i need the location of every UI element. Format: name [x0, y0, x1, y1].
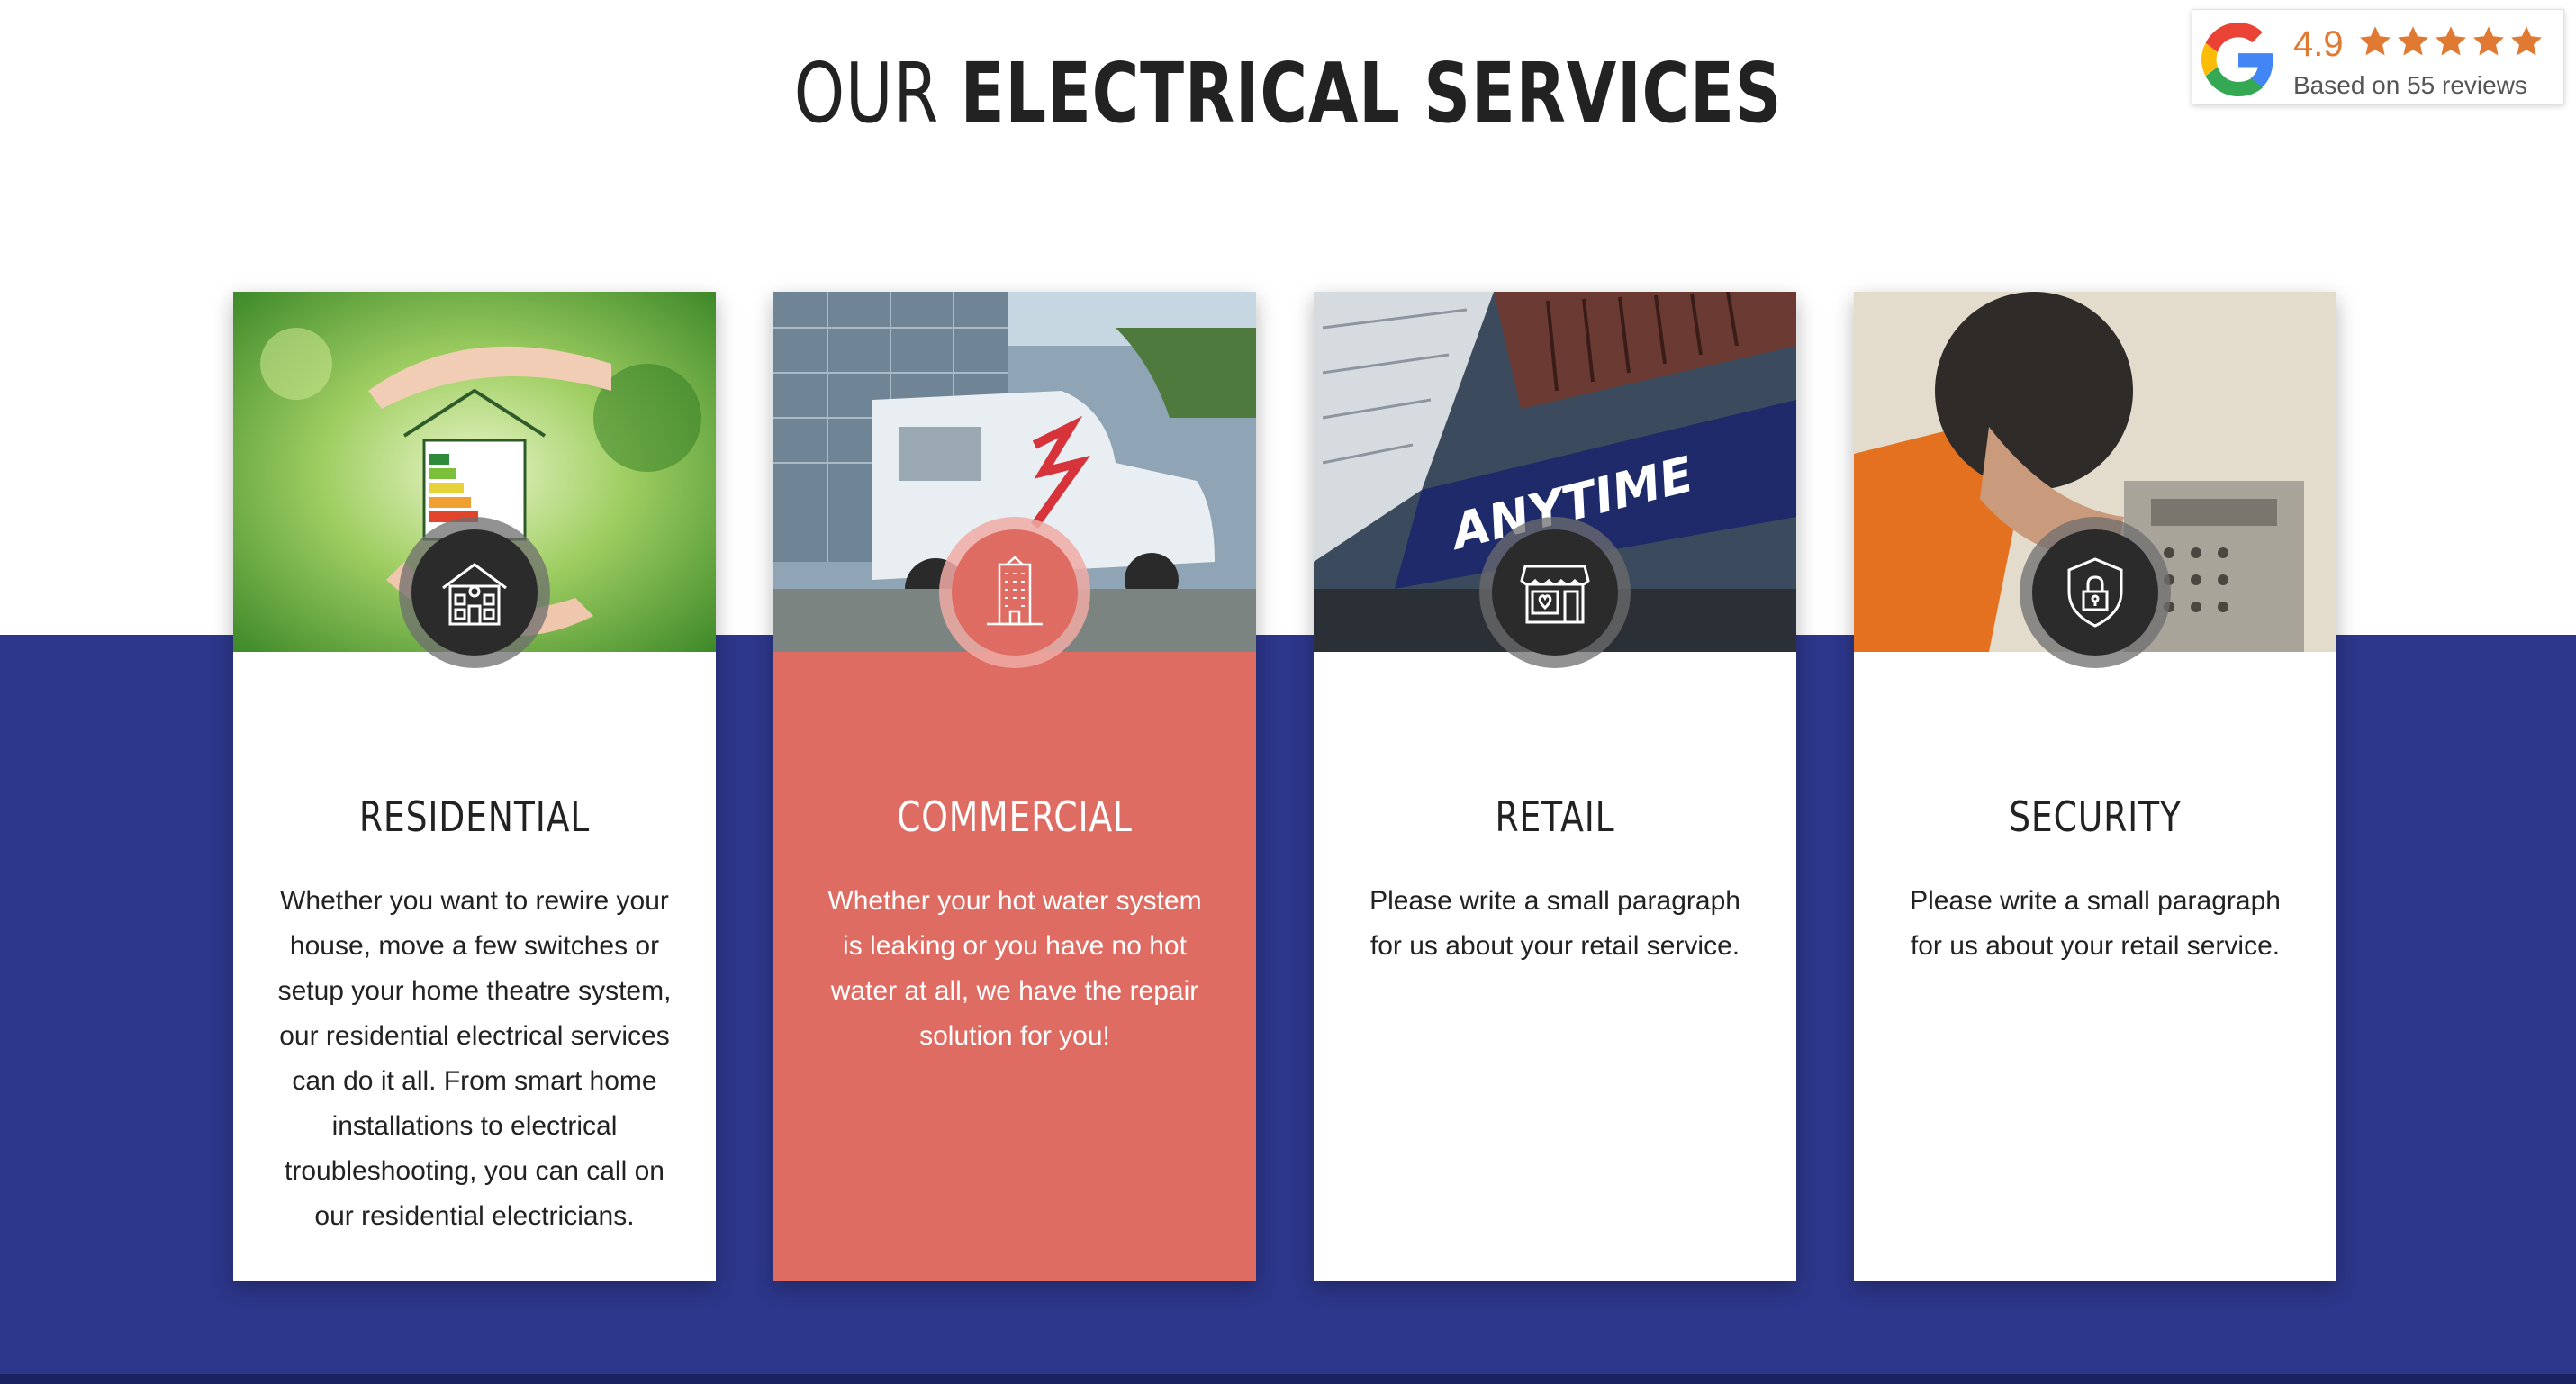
service-card-residential[interactable]: RESIDENTIAL Whether you want to rewire y…: [233, 292, 716, 1281]
security-description: Please write a small paragraph for us ab…: [1910, 886, 2281, 961]
building-icon: [952, 529, 1078, 656]
retail-description: Please write a small paragraph for us ab…: [1369, 886, 1740, 961]
retail-title: RETAIL: [1495, 792, 1615, 841]
shop-icon: [1492, 529, 1618, 656]
residential-icon-ring: [399, 517, 550, 668]
residential-title: RESIDENTIAL: [358, 792, 591, 841]
star-icon: [2398, 26, 2428, 56]
residential-description: Whether you want to rewire your house, m…: [277, 886, 672, 1231]
shield-lock-icon: [2032, 529, 2158, 656]
section-title-light: OUR: [793, 45, 939, 141]
star-icon: [2511, 26, 2542, 56]
bottom-divider: [0, 1374, 2576, 1384]
commercial-title: COMMERCIAL: [897, 792, 1133, 841]
rating-reviews-count: Based on 55 reviews: [2293, 71, 2527, 99]
security-icon-ring: [2020, 517, 2171, 668]
google-rating-badge[interactable]: 4.9 Based on 55 reviews: [2192, 9, 2564, 104]
star-icon: [2473, 26, 2504, 56]
commercial-icon-ring: [939, 517, 1090, 668]
google-logo-icon: [2201, 23, 2273, 96]
service-card-retail[interactable]: ANYTIME RETAIL Please write a small para…: [1314, 292, 1796, 1281]
commercial-description: Whether your hot water system is leaking…: [827, 886, 1202, 1051]
service-card-security[interactable]: SECURITY Please write a small paragraph …: [1854, 292, 2336, 1281]
service-card-commercial[interactable]: COMMERCIAL Whether your hot water system…: [773, 292, 1256, 1281]
section-title: OUR ELECTRICAL SERVICES: [284, 45, 2293, 141]
retail-icon-ring: [1479, 517, 1631, 668]
rating-score: 4.9: [2293, 24, 2344, 64]
rating-stars: [2358, 24, 2544, 59]
house-icon: [411, 529, 538, 656]
security-title: SECURITY: [2009, 792, 2182, 841]
section-title-bold: ELECTRICAL SERVICES: [960, 45, 1783, 141]
star-icon: [2360, 26, 2391, 56]
star-icon: [2436, 26, 2466, 56]
